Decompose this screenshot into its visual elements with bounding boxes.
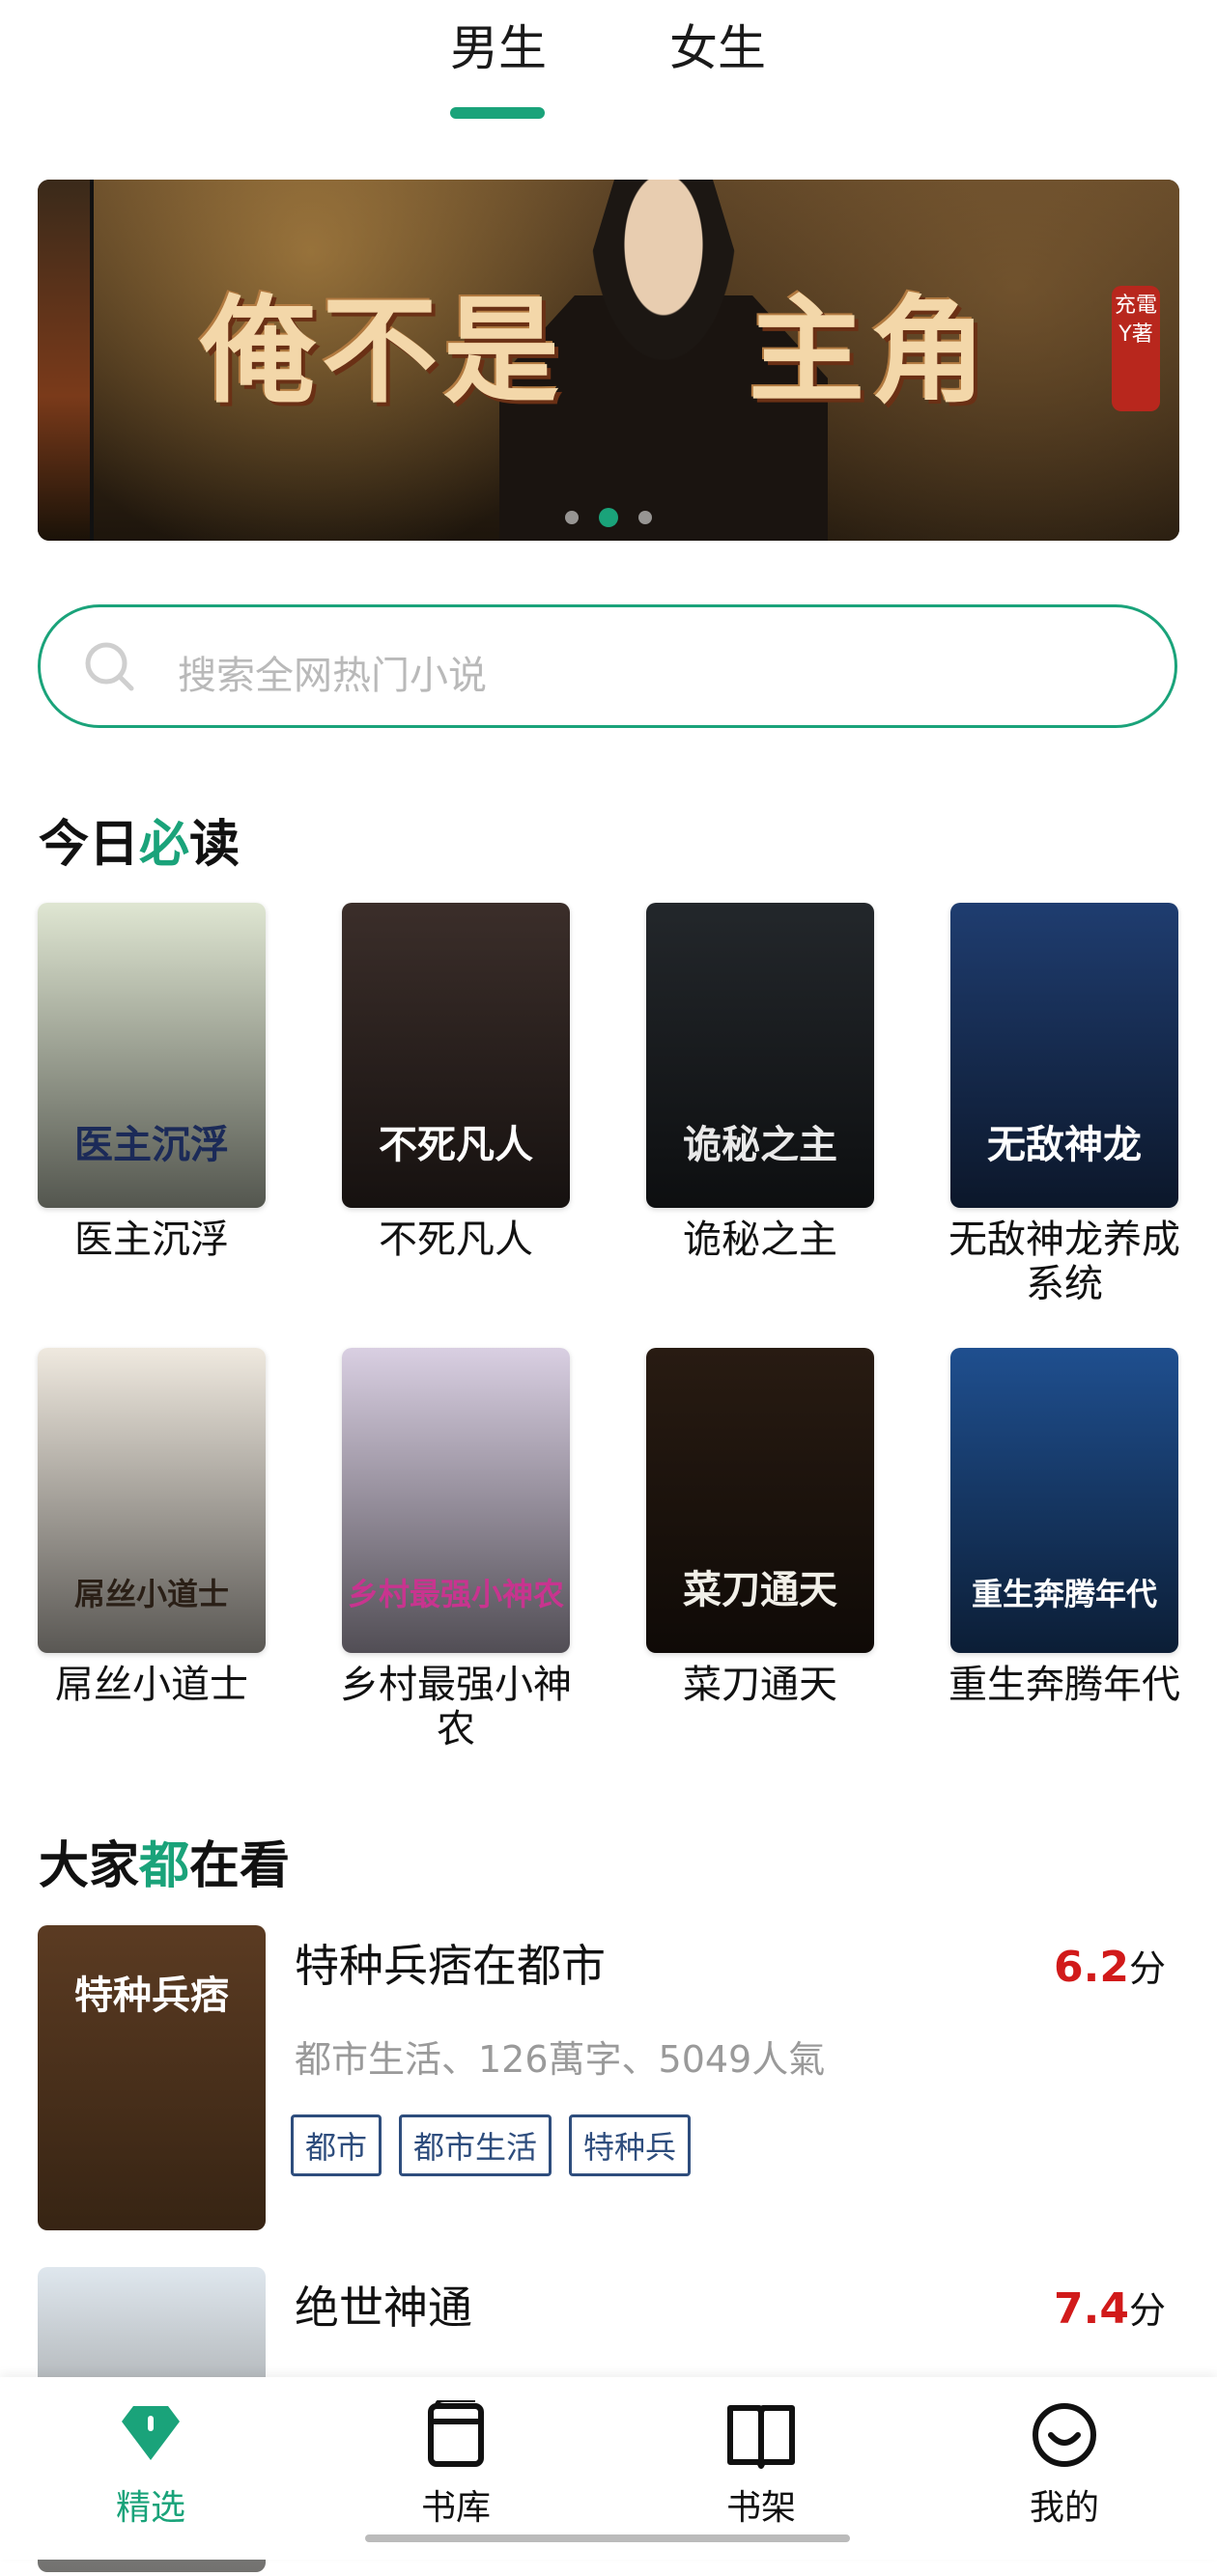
book-cover[interactable]: 医主沉浮 [38, 903, 266, 1208]
book-name[interactable]: 重生奔腾年代 [934, 1663, 1195, 1707]
score-value: 6.2 [1054, 1943, 1129, 1992]
score-unit: 分 [1128, 1947, 1166, 1990]
book-cover-title: 重生奔腾年代 [971, 1576, 1157, 1612]
open-book-icon [727, 2405, 795, 2469]
book-title[interactable]: 绝世神通 [295, 2273, 472, 2337]
book-card[interactable]: 重生奔腾年代 重生奔腾年代 [948, 1348, 1180, 1707]
book-cover[interactable]: 无敌神龙 [950, 903, 1178, 1208]
carousel-dot-active[interactable] [599, 508, 618, 527]
nav-item-library[interactable]: 书库 [359, 2398, 552, 2530]
book-cover[interactable]: 诡秘之主 [646, 903, 874, 1208]
score-unit: 分 [1128, 2289, 1166, 2332]
book-name[interactable]: 诡秘之主 [630, 1218, 891, 1262]
book-tag[interactable]: 特种兵 [569, 2114, 692, 2176]
nav-label: 书架 [725, 2488, 796, 2528]
nav-item-featured[interactable]: 精选 [54, 2400, 247, 2530]
diamond-icon [122, 2406, 180, 2460]
carousel-dot[interactable] [564, 511, 579, 524]
gender-tabs: 男生 女生 [0, 0, 1217, 126]
book-name[interactable]: 菜刀通天 [630, 1663, 891, 1707]
score-value: 7.4 [1054, 2284, 1129, 2334]
book-card[interactable]: 诡秘之主 诡秘之主 [646, 903, 874, 1262]
tab-indicator [450, 107, 545, 119]
book-cover-title: 不死凡人 [379, 1122, 533, 1167]
book-score: 7.4分 [1054, 2281, 1166, 2334]
book-card[interactable]: 乡村最强小神农 乡村最强小神农 [340, 1348, 572, 1751]
banner-slide[interactable]: 俺不是 主角 充電Y著 [94, 180, 1179, 541]
book-tag[interactable]: 都市生活 [399, 2114, 552, 2176]
nav-label: 精选 [115, 2488, 185, 2528]
book-score: 6.2分 [1054, 1939, 1166, 1992]
book-card[interactable]: 无敌神龙 无敌神龙养成系统 [948, 903, 1180, 1306]
bottom-nav: 精选 书库 书架 我的 [0, 2377, 1217, 2560]
nav-label: 我的 [1029, 2488, 1099, 2528]
book-card[interactable]: 医主沉浮 医主沉浮 [38, 903, 266, 1262]
tab-male[interactable]: 男生 [450, 19, 547, 77]
banner-author-seal: 充電Y著 [1112, 286, 1160, 411]
smiley-icon [1033, 2403, 1096, 2467]
tab-female[interactable]: 女生 [669, 19, 766, 77]
carousel-dot[interactable] [638, 511, 653, 524]
banner-title: 俺不是 主角 [200, 283, 992, 419]
book-tag[interactable]: 都市 [291, 2114, 382, 2176]
banner-prev-peek[interactable] [38, 180, 94, 541]
book-cover[interactable]: 不死凡人 [342, 903, 570, 1208]
section-title-daily: 今日必读 [39, 816, 241, 874]
book-card[interactable]: 菜刀通天 菜刀通天 [646, 1348, 874, 1707]
search-icon [85, 642, 134, 691]
book-cover[interactable]: 特种兵痞 [38, 1925, 266, 2230]
book-tags: 都市 都市生活 特种兵 [291, 2114, 708, 2176]
search-placeholder: 搜索全网热门小说 [178, 654, 487, 698]
nav-label: 书库 [420, 2488, 491, 2528]
list-item[interactable]: 特种兵痞 特种兵痞在都市 6.2分都市生活、126萬字、5049人氣都市 都市生活 特种… [38, 1925, 1179, 2234]
library-icon [428, 2398, 484, 2467]
book-cover[interactable]: 重生奔腾年代 [950, 1348, 1178, 1653]
book-title[interactable]: 特种兵痞在都市 [295, 1931, 606, 1995]
book-card[interactable]: 屌丝小道士 屌丝小道士 [38, 1348, 266, 1707]
book-name[interactable]: 无敌神龙养成系统 [934, 1218, 1195, 1306]
section-title-popular: 大家都在看 [39, 1837, 291, 1895]
search-bar[interactable]: 搜索全网热门小说 [38, 604, 1177, 728]
carousel-dots [38, 508, 1179, 527]
book-cover-title: 无敌神龙 [987, 1122, 1142, 1167]
book-cover[interactable]: 菜刀通天 [646, 1348, 874, 1653]
book-meta: 都市生活、126萬字、5049人氣 [295, 2038, 826, 2081]
book-name[interactable]: 医主沉浮 [21, 1218, 282, 1262]
book-cover[interactable]: 屌丝小道士 [38, 1348, 266, 1653]
book-name[interactable]: 不死凡人 [325, 1218, 586, 1262]
book-cover-title: 诡秘之主 [683, 1122, 837, 1167]
nav-item-bookshelf[interactable]: 书架 [665, 2400, 858, 2530]
book-cover[interactable]: 乡村最强小神农 [342, 1348, 570, 1653]
book-cover-title: 医主沉浮 [74, 1122, 229, 1167]
book-name[interactable]: 乡村最强小神农 [325, 1663, 586, 1751]
book-card[interactable]: 不死凡人 不死凡人 [342, 903, 570, 1262]
nav-item-profile[interactable]: 我的 [968, 2400, 1161, 2530]
book-cover-title: 乡村最强小神农 [347, 1576, 564, 1612]
home-indicator[interactable] [365, 2534, 850, 2542]
book-name[interactable]: 屌丝小道士 [21, 1663, 282, 1707]
banner-carousel[interactable]: 俺不是 主角 充電Y著 [38, 180, 1179, 541]
book-cover-title: 特种兵痞 [74, 1973, 229, 2018]
book-cover-title: 屌丝小道士 [73, 1576, 229, 1612]
book-cover-title: 菜刀通天 [683, 1567, 837, 1612]
